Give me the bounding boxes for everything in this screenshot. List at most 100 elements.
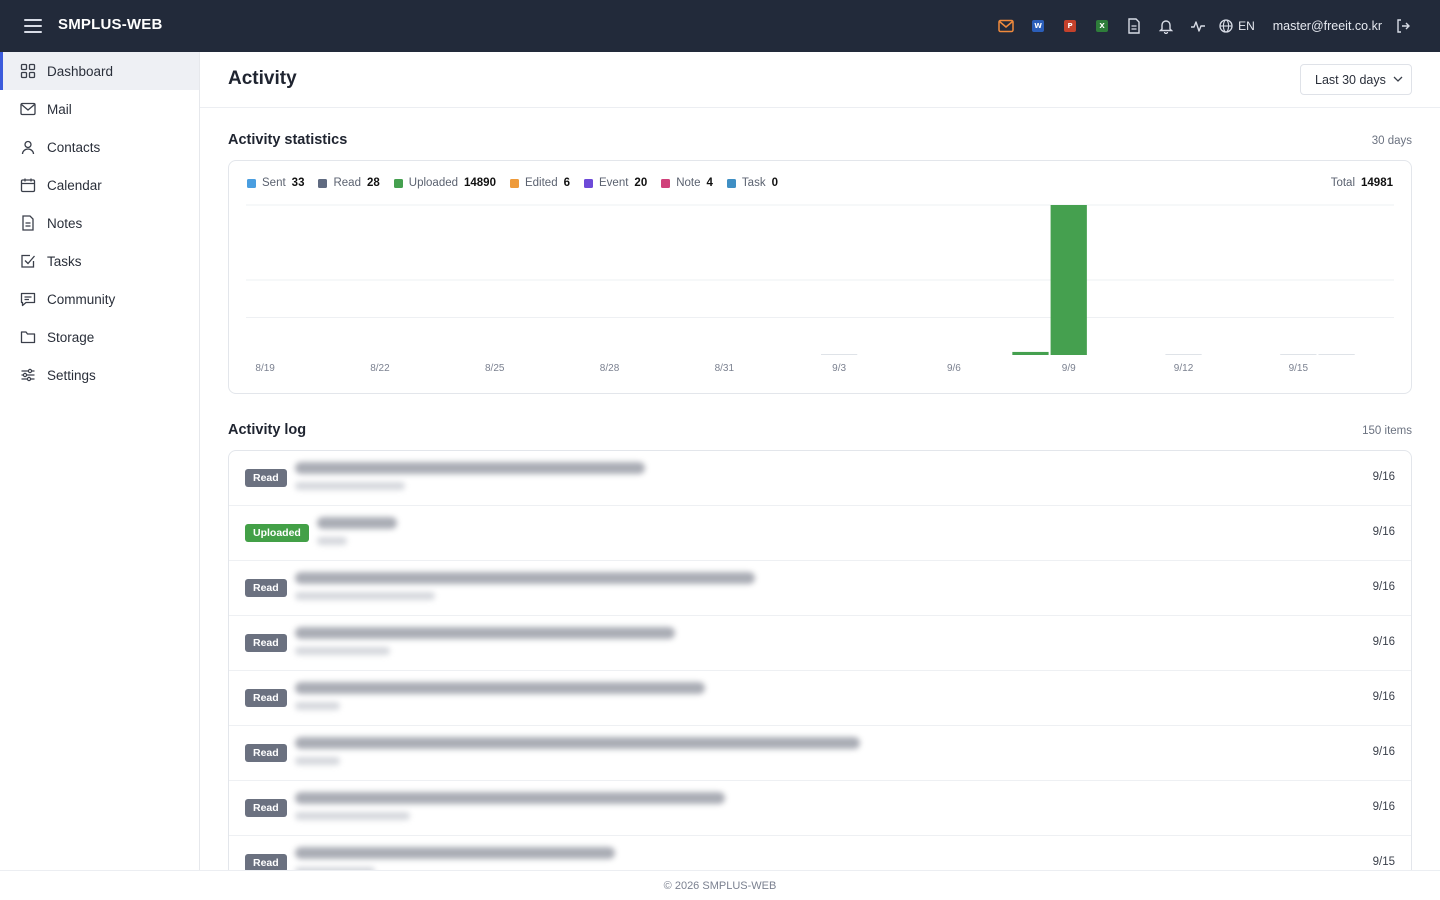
log-item-title-redacted	[295, 682, 705, 694]
log-row[interactable]: Read 9/16	[229, 781, 1411, 836]
sidebar-item-label: Dashboard	[47, 63, 114, 79]
log-row[interactable]: Read 9/15	[229, 836, 1411, 870]
stats-card: Sent 33 Read 28 Uploaded 14890 Edited 6 Even…	[228, 160, 1412, 394]
legend-note[interactable]: Note 4	[661, 177, 713, 189]
x-tick-label: 8/22	[370, 363, 390, 374]
word-icon[interactable]: W	[1027, 15, 1049, 37]
sidebar-item-contacts[interactable]: Contacts	[0, 128, 199, 166]
sidebar-item-community[interactable]: Community	[0, 280, 199, 318]
topbar-actions: W P X EN master@freeit.co.kr	[995, 0, 1440, 52]
x-tick-label: 9/15	[1289, 363, 1309, 374]
x-tick-label: 8/31	[715, 363, 735, 374]
menu-toggle-icon[interactable]	[24, 16, 42, 36]
log-item-title-redacted	[317, 517, 397, 529]
legend-value: 14890	[464, 177, 496, 189]
log-item-title-redacted	[295, 792, 725, 804]
legend-event[interactable]: Event 20	[584, 177, 647, 189]
log-row[interactable]: Uploaded 9/16	[229, 506, 1411, 561]
sidebar-item-storage[interactable]: Storage	[0, 318, 199, 356]
legend-label: Event	[599, 177, 629, 189]
sidebar-item-label: Settings	[47, 367, 96, 383]
sidebar-item-dashboard[interactable]: Dashboard	[0, 52, 199, 90]
sidebar-item-mail[interactable]: Mail	[0, 90, 199, 128]
log-item-title-redacted	[295, 572, 755, 584]
legend-task[interactable]: Task 0	[726, 177, 778, 189]
sidebar-item-label: Storage	[47, 329, 95, 345]
legend-label: Edited	[524, 177, 558, 189]
sidebar-item-label: Calendar	[47, 177, 102, 193]
legend-swatch	[393, 178, 403, 188]
legend-sent[interactable]: Sent 33	[247, 177, 304, 189]
total-label: Total	[1330, 177, 1356, 189]
sidebar-item-calendar[interactable]: Calendar	[0, 166, 199, 204]
legend-read[interactable]: Read 28	[318, 177, 380, 189]
log-item-subtitle-redacted	[295, 757, 340, 765]
log-row[interactable]: Read 9/16	[229, 561, 1411, 616]
log-row[interactable]: Read 9/16	[229, 616, 1411, 671]
language-selector[interactable]: EN	[1219, 19, 1255, 33]
sliders-icon	[20, 367, 36, 383]
log-item-title-redacted	[295, 462, 645, 474]
sidebar-item-label: Community	[47, 291, 116, 307]
log-date: 9/16	[1372, 636, 1395, 648]
date-range-select[interactable]: Last 30 days	[1300, 64, 1412, 95]
sidebar-item-settings[interactable]: Settings	[0, 356, 199, 394]
document-icon[interactable]	[1123, 15, 1145, 37]
legend-label: Note	[676, 177, 701, 189]
log-date: 9/16	[1372, 526, 1395, 538]
x-tick-label: 8/25	[485, 363, 505, 374]
legend-value: 20	[634, 177, 648, 189]
legend-swatch	[247, 178, 256, 188]
mail-icon	[20, 101, 36, 117]
stats-section-header: Activity statistics 30 days	[228, 132, 1412, 148]
page-title: Activity	[228, 68, 297, 89]
sidebar-item-tasks[interactable]: Tasks	[0, 242, 199, 280]
log-row[interactable]: Read 9/16	[229, 671, 1411, 726]
stats-meta: 30 days	[1371, 135, 1412, 147]
x-tick-label: 8/19	[255, 363, 275, 374]
chart-bar[interactable]	[1012, 351, 1049, 355]
excel-icon[interactable]: X	[1091, 15, 1113, 37]
word-badge: W	[1032, 20, 1045, 32]
log-item-subtitle-redacted	[295, 812, 410, 820]
app-brand[interactable]: SMPLUS-WEB	[58, 16, 163, 33]
checkbox-icon	[20, 253, 36, 269]
bell-icon[interactable]	[1155, 15, 1177, 37]
chart-bar[interactable]	[1280, 354, 1317, 355]
powerpoint-icon[interactable]: P	[1059, 15, 1081, 37]
legend-uploaded[interactable]: Uploaded 14890	[393, 177, 496, 189]
x-tick-label: 9/12	[1174, 363, 1194, 374]
chart-bar[interactable]	[821, 354, 858, 355]
legend-value: 4	[706, 177, 713, 189]
chart-bar[interactable]	[1318, 354, 1355, 355]
legend-label: Uploaded	[408, 177, 458, 189]
legend-swatch	[726, 178, 736, 188]
log-row[interactable]: Read 9/16	[229, 726, 1411, 781]
sidebar: Dashboard Mail Contacts Calendar Notes T…	[0, 52, 200, 870]
log-date: 9/16	[1372, 581, 1395, 593]
excel-badge: X	[1096, 20, 1109, 32]
log-date: 9/16	[1372, 746, 1395, 758]
sidebar-item-notes[interactable]: Notes	[0, 204, 199, 242]
legend-edited[interactable]: Edited 6	[509, 177, 570, 189]
user-icon	[20, 139, 36, 155]
sidebar-item-label: Mail	[47, 101, 72, 117]
x-tick-label: 9/3	[832, 363, 846, 374]
legend-label: Task	[741, 177, 766, 189]
sidebar-item-label: Tasks	[47, 253, 82, 269]
log-list: Read 9/16 Uploaded 9/16 Read 9/16 Read 9/16 Read…	[229, 451, 1411, 870]
activity-icon[interactable]	[1187, 15, 1209, 37]
log-type-badge: Read	[245, 799, 287, 817]
chart-bar[interactable]	[1165, 354, 1202, 355]
mail-icon[interactable]	[995, 15, 1017, 37]
logout-icon[interactable]	[1392, 15, 1414, 37]
note-icon	[20, 215, 36, 231]
log-row[interactable]: Read 9/16	[229, 451, 1411, 506]
stats-title: Activity statistics	[228, 132, 348, 148]
calendar-icon	[20, 177, 36, 193]
legend-value: 6	[563, 177, 570, 189]
user-email[interactable]: master@freeit.co.kr	[1273, 19, 1382, 33]
legend-swatch	[584, 178, 593, 188]
chart-bar[interactable]	[1050, 205, 1087, 355]
log-card: Read 9/16 Uploaded 9/16 Read 9/16 Read 9/16 Read…	[228, 450, 1412, 870]
